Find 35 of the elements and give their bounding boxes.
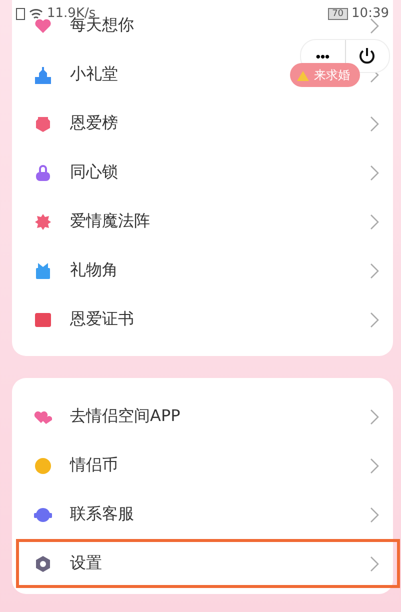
menu-label[interactable]: 恩爱榜 <box>70 113 118 134</box>
chevron-icon <box>370 18 379 34</box>
menu-label[interactable]: 联系客服 <box>70 504 134 525</box>
menu-label[interactable]: 礼物角 <box>70 260 118 281</box>
church-icon <box>34 66 52 84</box>
menu-label[interactable]: 同心锁 <box>70 162 118 183</box>
chevron-icon <box>370 116 379 132</box>
certificate-icon <box>34 310 52 328</box>
chevron-icon <box>370 312 379 328</box>
badge-icon <box>34 212 52 230</box>
battery-level: 70 <box>328 8 348 20</box>
chevron-icon <box>370 458 379 474</box>
menu-label[interactable]: 恩爱证书 <box>70 309 134 330</box>
menu-label[interactable]: 情侣币 <box>70 455 118 476</box>
headset-icon <box>34 506 52 524</box>
menu-label[interactable]: 小礼堂 <box>70 64 118 85</box>
coin-icon <box>34 456 52 474</box>
heart-icon <box>34 16 52 34</box>
chevron-icon <box>370 506 379 522</box>
highlighted-menu-item[interactable]: 设置 <box>16 539 400 588</box>
wifi-icon <box>29 8 43 20</box>
chevron-icon <box>370 556 379 572</box>
menu-label[interactable]: 爱情魔法阵 <box>70 211 150 232</box>
chevron-icon <box>370 408 379 424</box>
sim-icon <box>16 8 25 20</box>
settings-icon <box>34 554 52 572</box>
chevron-icon <box>370 262 379 278</box>
chevron-icon <box>370 164 379 180</box>
clock-time: 10:39 <box>352 6 389 21</box>
chevron-icon <box>370 214 379 230</box>
shield-icon <box>34 114 52 132</box>
menu-label[interactable]: 设置 <box>70 553 102 574</box>
menu-label[interactable]: 去情侣空间APP <box>70 406 180 427</box>
padlock-icon <box>34 164 52 182</box>
gift-icon <box>34 262 52 280</box>
